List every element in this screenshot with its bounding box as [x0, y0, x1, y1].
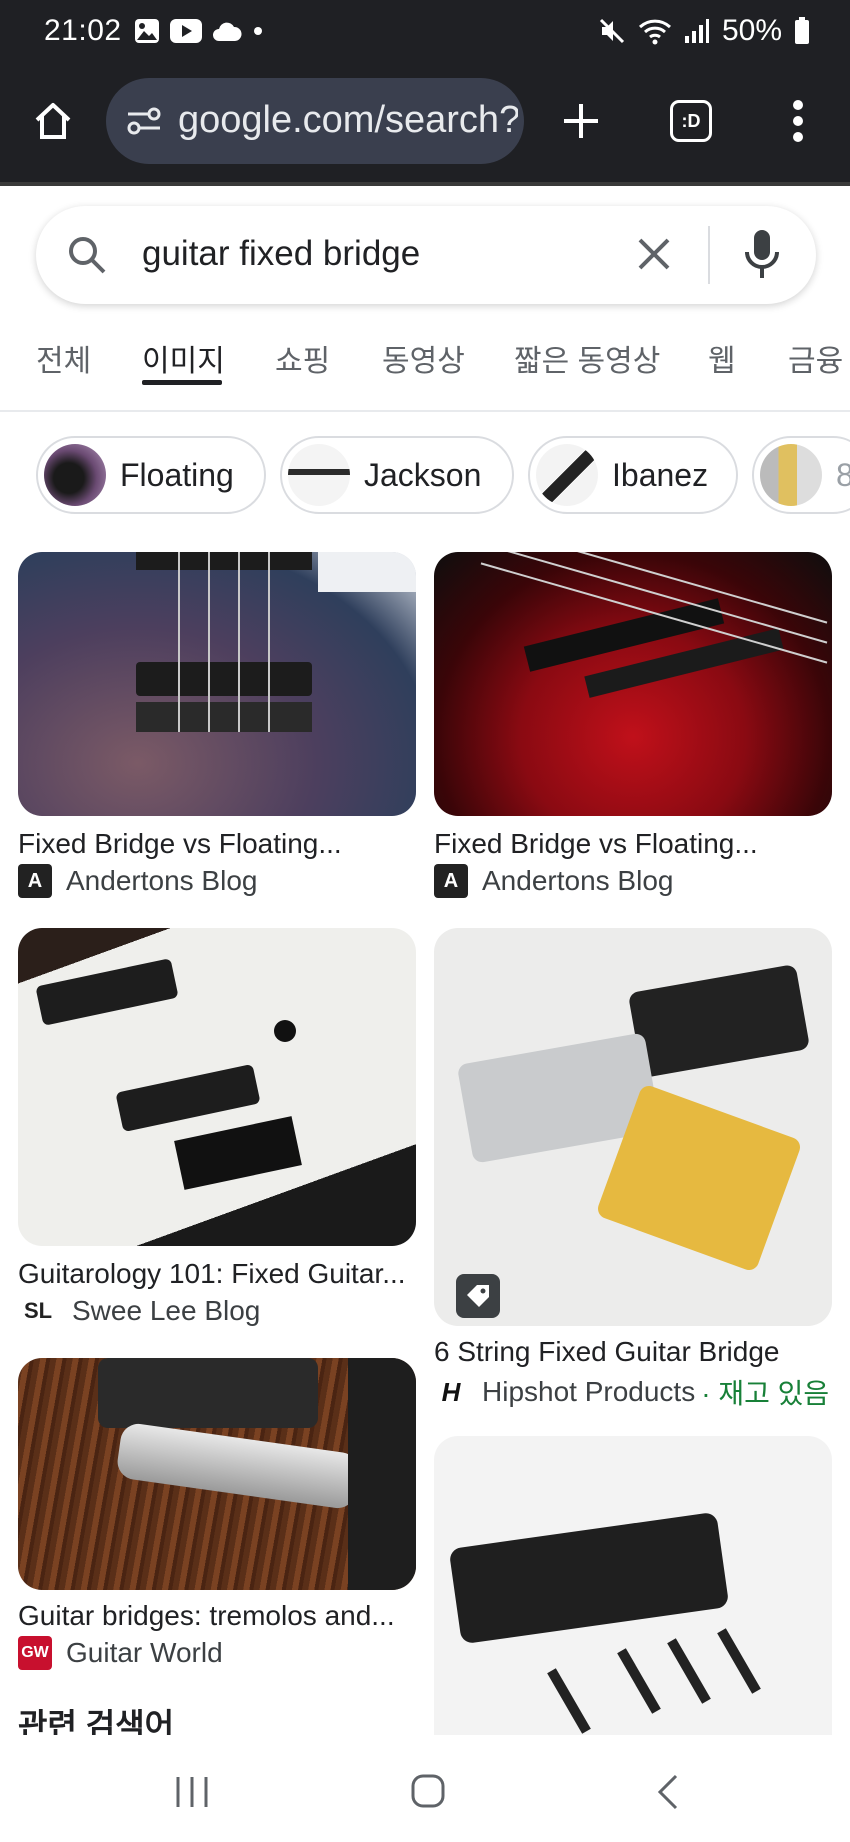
tab-videos[interactable]: 동영상: [382, 336, 465, 380]
result-title[interactable]: 6 String Fixed Guitar Bridge: [434, 1336, 780, 1368]
result-image[interactable]: [18, 1358, 416, 1590]
home-icon: [35, 103, 71, 139]
chip-thumbnail: [536, 444, 598, 506]
chip-more[interactable]: 8: [752, 436, 850, 514]
andertons-favicon: A: [18, 864, 52, 898]
voice-search-button[interactable]: [742, 228, 782, 282]
tab-finance[interactable]: 금융: [788, 336, 843, 380]
address-bar[interactable]: google.com/search?q: [106, 78, 524, 164]
plus-icon: [564, 104, 598, 138]
result-image[interactable]: [434, 552, 832, 816]
home-nav-button[interactable]: [410, 1773, 446, 1809]
active-tab-indicator: [142, 380, 222, 385]
back-button[interactable]: [654, 1773, 682, 1811]
close-icon: [638, 238, 670, 270]
chip-thumbnail: [760, 444, 822, 506]
home-circle-icon: [411, 1774, 445, 1808]
tab-shopping[interactable]: 쇼핑: [275, 336, 330, 380]
tab-short-videos[interactable]: 짧은 동영상: [514, 336, 660, 380]
clear-button[interactable]: [634, 234, 674, 274]
gallery-icon: [135, 19, 159, 43]
url-text: google.com/search?q: [178, 99, 518, 141]
more-vert-icon: [793, 100, 803, 142]
result-image[interactable]: [18, 928, 416, 1246]
search-tabs: 전체 이미지 쇼핑 동영상 짧은 동영상 웹 금융: [0, 330, 850, 410]
browser-toolbar: 21:02 50% google.com/search?q :D: [0, 0, 850, 184]
sweelee-favicon: SL: [18, 1294, 58, 1328]
result-image[interactable]: [18, 552, 416, 816]
hipshot-favicon: H: [434, 1375, 468, 1409]
recent-apps-button[interactable]: [172, 1775, 212, 1809]
price-tag-icon: [467, 1285, 489, 1307]
new-tab-button[interactable]: [558, 98, 604, 144]
wifi-icon: [638, 19, 671, 45]
site-settings-icon: [127, 107, 161, 135]
tab-switcher-button[interactable]: :D: [670, 100, 712, 142]
tab-all[interactable]: 전체: [36, 336, 91, 380]
result-source[interactable]: A Andertons Blog: [18, 864, 257, 898]
result-title[interactable]: Fixed Bridge vs Floating...: [18, 828, 342, 860]
chip-thumbnail: [44, 444, 106, 506]
search-query[interactable]: guitar fixed bridge: [142, 234, 420, 274]
mic-icon: [745, 230, 779, 278]
search-icon: [69, 237, 106, 274]
battery-percent: 50%: [721, 14, 782, 47]
result-source[interactable]: H Hipshot Products · 재고 있음: [434, 1372, 829, 1412]
result-title[interactable]: Fixed Bridge vs Floating...: [434, 828, 758, 860]
mute-icon: [599, 18, 625, 44]
tab-images[interactable]: 이미지: [142, 336, 225, 380]
back-icon: [657, 1774, 678, 1810]
chip-jackson[interactable]: Jackson: [280, 436, 514, 514]
recents-icon: [176, 1777, 208, 1807]
result-title[interactable]: Guitar bridges: tremolos and...: [18, 1600, 395, 1632]
result-source[interactable]: GW Guitar World: [18, 1636, 223, 1670]
status-time: 21:02: [44, 14, 122, 47]
youtube-icon: [170, 19, 202, 43]
home-button[interactable]: [30, 98, 76, 144]
guitarworld-favicon: GW: [18, 1636, 52, 1670]
search-box[interactable]: guitar fixed bridge: [36, 206, 816, 304]
battery-icon: [795, 17, 809, 44]
dot-icon: [254, 27, 262, 35]
chip-ibanez[interactable]: Ibanez: [528, 436, 738, 514]
result-image[interactable]: [434, 1436, 832, 1736]
signal-icon: [684, 19, 709, 43]
result-image[interactable]: [434, 928, 832, 1326]
menu-button[interactable]: [784, 96, 812, 146]
result-source[interactable]: A Andertons Blog: [434, 864, 673, 898]
in-stock-label: · 재고 있음: [701, 1378, 830, 1409]
chip-thumbnail: [288, 444, 350, 506]
status-bar: 21:02 50%: [0, 0, 850, 62]
chip-floating[interactable]: Floating: [36, 436, 266, 514]
result-source[interactable]: SL Swee Lee Blog: [18, 1294, 260, 1328]
cloud-icon: [213, 22, 242, 41]
tab-count: :D: [681, 110, 701, 131]
result-title[interactable]: Guitarology 101: Fixed Guitar...: [18, 1258, 406, 1290]
system-nav-bar: [0, 1735, 850, 1842]
tab-web[interactable]: 웹: [708, 336, 736, 380]
shopping-tag-badge[interactable]: [456, 1274, 500, 1318]
andertons-favicon: A: [434, 864, 468, 898]
